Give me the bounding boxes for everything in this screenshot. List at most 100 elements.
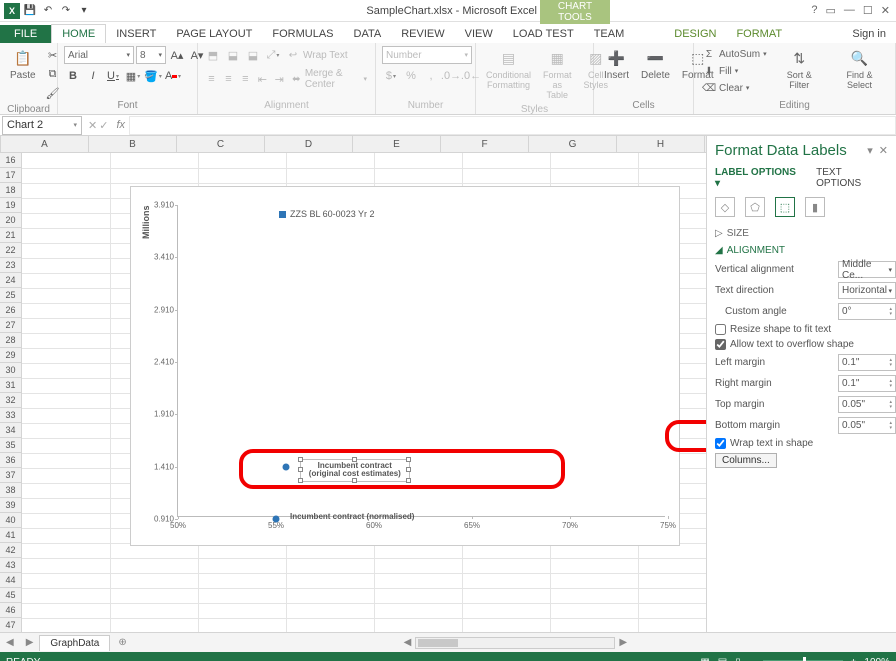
tab-format[interactable]: FORMAT [726,25,792,43]
zoom-out-icon[interactable]: − [749,657,755,661]
pane-menu-icon[interactable]: ▾ [867,144,873,157]
resize-shape-checkbox[interactable] [715,324,726,335]
tab-home[interactable]: HOME [51,24,106,43]
custom-angle-input[interactable]: 0°▴▾ [838,303,896,320]
fill-line-icon[interactable]: ◇ [715,197,735,217]
text-options-tab[interactable]: TEXT OPTIONS [816,167,888,189]
row-header[interactable]: 43 [0,558,21,573]
font-name-select[interactable]: Arial▾ [64,46,134,64]
row-header[interactable]: 19 [0,198,21,213]
zoom-in-icon[interactable]: + [851,657,857,661]
row-header[interactable]: 29 [0,348,21,363]
pane-close-icon[interactable]: ✕ [879,144,888,157]
left-margin-input[interactable]: 0.1"▴▾ [838,354,896,371]
vertical-alignment-select[interactable]: Middle Ce...▾ [838,261,896,278]
columns-button[interactable]: Columns... [715,453,777,468]
overflow-checkbox[interactable] [715,339,726,350]
row-header[interactable]: 38 [0,483,21,498]
row-header[interactable]: 44 [0,573,21,588]
sort-filter-button[interactable]: ⇅Sort & Filter [773,46,826,92]
view-page-break-icon[interactable]: ▯ [735,657,741,661]
delete-cells-button[interactable]: ➖Delete [637,46,674,83]
bottom-margin-input[interactable]: 0.05"▴▾ [838,417,896,434]
horizontal-scrollbar[interactable]: ◀ ▶ [135,637,896,649]
column-header[interactable]: E [353,136,441,152]
sheet-nav-next-icon[interactable]: ▶ [20,637,40,648]
row-header[interactable]: 28 [0,333,21,348]
row-header[interactable]: 30 [0,363,21,378]
wrap-text-checkbox[interactable] [715,438,726,449]
tab-design[interactable]: DESIGN [664,25,726,43]
fill-color-button[interactable]: 🪣 [144,67,162,85]
row-header[interactable]: 41 [0,528,21,543]
font-color-button[interactable]: A [164,67,182,85]
view-page-layout-icon[interactable]: ▤ [718,657,727,661]
row-header[interactable]: 21 [0,228,21,243]
paste-button[interactable]: 📋Paste [6,46,40,83]
bold-button[interactable]: B [64,67,82,85]
column-header[interactable]: H [617,136,705,152]
row-header[interactable]: 35 [0,438,21,453]
row-header[interactable]: 25 [0,288,21,303]
column-header[interactable]: D [265,136,353,152]
help-icon[interactable]: ? [811,4,817,17]
autosum-button[interactable]: ΣAutoSum▾ [700,46,769,62]
size-section-toggle[interactable]: ▷ SIZE [715,228,888,239]
formula-input[interactable] [129,116,896,135]
row-header[interactable]: 36 [0,453,21,468]
row-header[interactable]: 24 [0,273,21,288]
tab-insert[interactable]: INSERT [106,25,166,43]
row-header[interactable]: 39 [0,498,21,513]
tab-review[interactable]: REVIEW [391,25,454,43]
row-header[interactable]: 22 [0,243,21,258]
row-header[interactable]: 32 [0,393,21,408]
row-header[interactable]: 27 [0,318,21,333]
save-icon[interactable]: 💾 [22,3,38,19]
tab-view[interactable]: VIEW [455,25,503,43]
row-header[interactable]: 31 [0,378,21,393]
qat-customize-icon[interactable]: ▾ [76,3,92,19]
new-sheet-icon[interactable]: ⊕ [110,637,134,648]
data-point[interactable] [273,516,280,523]
column-header[interactable]: F [441,136,529,152]
find-select-button[interactable]: 🔍Find & Select [830,46,889,92]
chart-object[interactable]: Millions ZZS BL 60-0023 Yr 2 0.9101.4101… [130,186,680,546]
italic-button[interactable]: I [84,67,102,85]
label-options-icon[interactable]: ▮ [805,197,825,217]
row-header[interactable]: 40 [0,513,21,528]
text-direction-select[interactable]: Horizontal▾ [838,282,896,299]
insert-cells-button[interactable]: ➕Insert [600,46,633,83]
font-size-select[interactable]: 8▾ [136,46,166,64]
alignment-section-toggle[interactable]: ◢ ALIGNMENT [715,245,888,256]
effects-icon[interactable]: ⬠ [745,197,765,217]
fill-button[interactable]: ⬇Fill▾ [700,63,769,79]
sheet-nav-prev-icon[interactable]: ◀ [0,637,20,648]
tab-load-test[interactable]: LOAD TEST [503,25,584,43]
row-header[interactable]: 33 [0,408,21,423]
name-box[interactable]: Chart 2▾ [2,116,82,135]
data-label[interactable]: Incumbent contract (normalised) [290,513,414,522]
row-header[interactable]: 16 [0,153,21,168]
row-header[interactable]: 34 [0,423,21,438]
size-properties-icon[interactable]: ⬚ [775,197,795,217]
close-icon[interactable]: ✕ [881,4,890,17]
tab-data[interactable]: DATA [344,25,392,43]
column-header[interactable]: A [1,136,89,152]
row-header[interactable]: 37 [0,468,21,483]
row-header[interactable]: 17 [0,168,21,183]
redo-icon[interactable]: ↷ [58,3,74,19]
label-options-tab[interactable]: LABEL OPTIONS ▾ [715,167,802,189]
tab-page-layout[interactable]: PAGE LAYOUT [166,25,262,43]
tab-file[interactable]: FILE [0,25,51,43]
row-header[interactable]: 46 [0,603,21,618]
row-header[interactable]: 42 [0,543,21,558]
tab-team[interactable]: TEAM [584,25,635,43]
row-header[interactable]: 26 [0,303,21,318]
view-normal-icon[interactable]: ▦ [700,657,709,661]
underline-button[interactable]: U [104,67,122,85]
column-header[interactable]: G [529,136,617,152]
ribbon-display-icon[interactable]: ▭ [826,4,836,17]
column-header[interactable]: C [177,136,265,152]
row-header[interactable]: 47 [0,618,21,632]
border-button[interactable]: ▦ [124,67,142,85]
